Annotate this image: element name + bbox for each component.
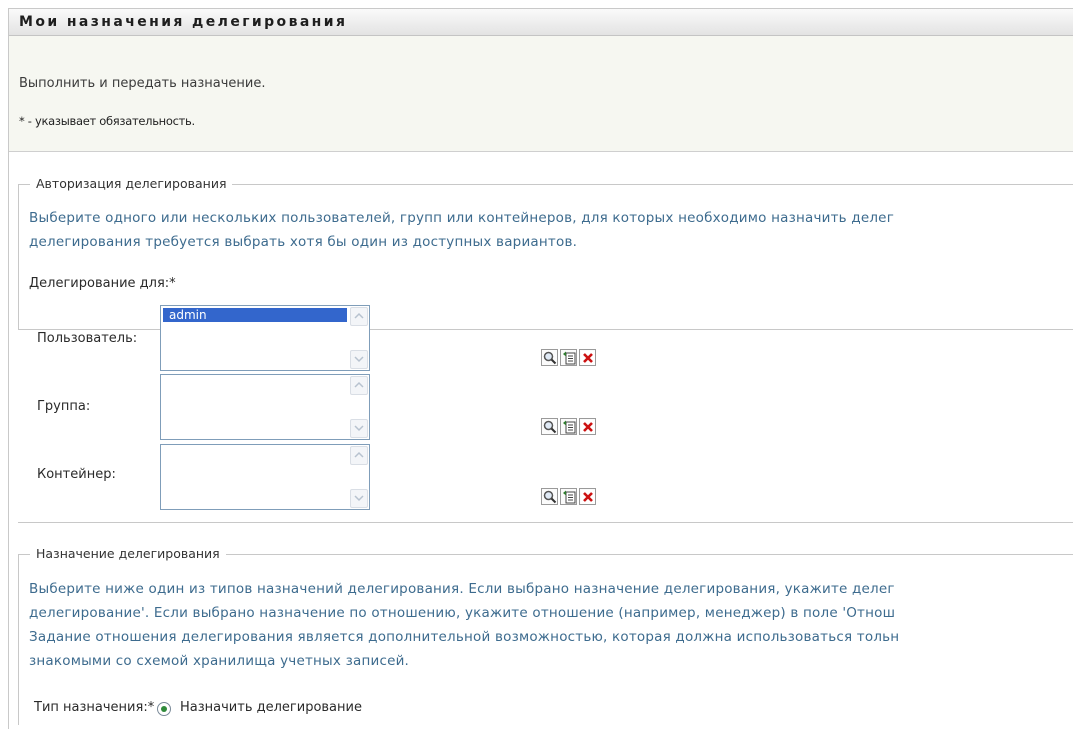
- red-x-icon: [581, 490, 595, 504]
- intro-description: Выполнить и передать назначение.: [19, 76, 266, 91]
- user-label: Пользователь:: [37, 331, 138, 346]
- delegate-for-label: Делегирование для:*: [29, 276, 176, 291]
- chevron-down-icon: [354, 425, 364, 432]
- scroll-down-button[interactable]: [350, 419, 368, 438]
- scroll-down-button[interactable]: [350, 350, 368, 369]
- magnifier-icon: [543, 490, 557, 504]
- group-lookup-button[interactable]: [541, 418, 558, 435]
- history-list-icon: [563, 490, 576, 504]
- title-bar: Мои назначения делегирования: [9, 9, 1073, 36]
- chevron-up-icon: [354, 312, 364, 319]
- authorization-help-line: делегирования требуется выбрать хотя бы …: [29, 234, 578, 250]
- container-label: Контейнер:: [37, 467, 116, 482]
- chevron-up-icon: [354, 451, 364, 458]
- page-title: Мои назначения делегирования: [19, 14, 348, 30]
- red-x-icon: [581, 420, 595, 434]
- assign-delegate-radio-label[interactable]: Назначить делегирование: [180, 700, 362, 715]
- history-list-icon: [563, 420, 576, 434]
- magnifier-icon: [543, 351, 557, 365]
- scroll-up-button[interactable]: [350, 446, 368, 465]
- chevron-down-icon: [354, 495, 364, 502]
- group-history-button[interactable]: [560, 418, 577, 435]
- assignment-legend: Назначение делегирования: [30, 546, 226, 561]
- assign-delegate-radio[interactable]: [157, 702, 171, 716]
- required-note: * - указывает обязательность.: [19, 114, 195, 128]
- magnifier-icon: [543, 420, 557, 434]
- scroll-up-button[interactable]: [350, 376, 368, 395]
- chevron-down-icon: [354, 356, 364, 363]
- user-history-button[interactable]: [560, 349, 577, 366]
- scroll-down-button[interactable]: [350, 489, 368, 508]
- scroll-up-button[interactable]: [350, 307, 368, 326]
- history-list-icon: [563, 351, 576, 365]
- group-label: Группа:: [37, 399, 91, 414]
- authorization-help-line: Выберите одного или нескольких пользоват…: [29, 210, 894, 226]
- user-clear-button[interactable]: [579, 349, 596, 366]
- user-list-item[interactable]: admin: [163, 308, 347, 322]
- assignment-type-label: Тип назначения:*: [34, 700, 155, 715]
- container-lookup-button[interactable]: [541, 488, 558, 505]
- authorization-bottom-border: [18, 522, 1073, 523]
- red-x-icon: [581, 351, 595, 365]
- chevron-up-icon: [354, 381, 364, 388]
- intro-section: Выполнить и передать назначение. * - ука…: [9, 36, 1073, 152]
- assignment-help-line: знакомыми со схемой хранилища учетных за…: [29, 653, 410, 669]
- assignment-help-line: делегирование'. Если выбрано назначение …: [29, 605, 896, 621]
- container-history-button[interactable]: [560, 488, 577, 505]
- authorization-help: Выберите одного или нескольких пользоват…: [29, 206, 894, 254]
- assignment-help-line: Выберите ниже один из типов назначений д…: [29, 581, 895, 597]
- user-listbox[interactable]: admin: [160, 305, 370, 371]
- container-clear-button[interactable]: [579, 488, 596, 505]
- group-clear-button[interactable]: [579, 418, 596, 435]
- assignment-help: Выберите ниже один из типов назначений д…: [29, 577, 899, 673]
- group-listbox[interactable]: [160, 374, 370, 440]
- authorization-legend: Авторизация делегирования: [30, 176, 233, 191]
- assignment-help-line: Задание отношения делегирования является…: [29, 629, 900, 645]
- user-lookup-button[interactable]: [541, 349, 558, 366]
- container-listbox[interactable]: [160, 444, 370, 510]
